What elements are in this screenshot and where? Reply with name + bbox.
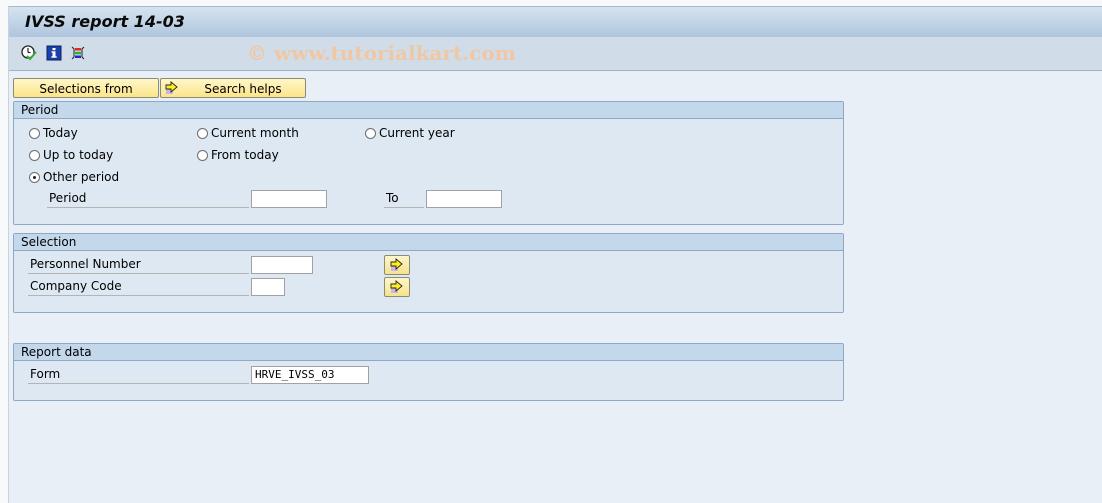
form-label: Form: [28, 366, 249, 384]
execute-clock-icon[interactable]: [21, 45, 37, 61]
personnel-number-multiple-selection-button[interactable]: [384, 255, 410, 275]
radio-from-today[interactable]: From today: [197, 148, 279, 162]
selection-group: Selection Personnel Number Company Code: [13, 233, 844, 313]
radio-up-to-today[interactable]: Up to today: [29, 148, 113, 162]
to-label: To: [384, 190, 424, 208]
search-helps-button[interactable]: Search helps: [160, 78, 306, 98]
personnel-number-input[interactable]: [251, 256, 313, 274]
radio-today-button[interactable]: [29, 128, 40, 139]
radio-other-period-button[interactable]: [29, 172, 40, 183]
period-label: Period: [47, 190, 249, 208]
selection-group-title: Selection: [14, 234, 843, 251]
radio-from-today-button[interactable]: [197, 150, 208, 161]
application-toolbar: © www.tutorialkart.com: [9, 37, 1102, 71]
selections-from-label: Selections from: [39, 82, 133, 96]
personnel-number-label: Personnel Number: [28, 256, 249, 274]
selections-from-button[interactable]: Selections from: [13, 78, 159, 98]
radio-current-year-button[interactable]: [365, 128, 376, 139]
radio-other-period[interactable]: Other period: [29, 170, 119, 184]
period-from-input[interactable]: [251, 190, 327, 208]
radio-current-month[interactable]: Current month: [197, 126, 299, 140]
period-group: Period Today Current month Current year …: [13, 101, 844, 225]
title-bar: IVSS report 14-03: [9, 6, 1102, 37]
radio-up-to-today-button[interactable]: [29, 150, 40, 161]
multiple-selection-arrow-icon: [390, 280, 403, 293]
search-helps-label: Search helps: [204, 82, 282, 96]
period-to-input[interactable]: [426, 190, 502, 208]
form-input[interactable]: HRVE_IVSS_03: [251, 366, 369, 384]
watermark: © www.tutorialkart.com: [247, 41, 516, 65]
company-code-multiple-selection-button[interactable]: [384, 277, 410, 297]
selection-options-icon[interactable]: [70, 45, 86, 61]
sap-screen: IVSS report 14-03 © www.tutorialkart.com…: [8, 6, 1102, 503]
report-data-group: Report data Form HRVE_IVSS_03: [13, 343, 844, 401]
radio-current-month-button[interactable]: [197, 128, 208, 139]
radio-today[interactable]: Today: [29, 126, 78, 140]
info-icon[interactable]: [46, 45, 62, 61]
multiple-selection-arrow-icon: [390, 258, 403, 271]
page-title: IVSS report 14-03: [25, 12, 185, 31]
radio-current-year[interactable]: Current year: [365, 126, 455, 140]
arrow-right-icon: [165, 81, 179, 101]
company-code-input[interactable]: [251, 278, 285, 296]
report-data-group-title: Report data: [14, 344, 843, 361]
period-group-title: Period: [14, 102, 843, 119]
company-code-label: Company Code: [28, 278, 249, 296]
